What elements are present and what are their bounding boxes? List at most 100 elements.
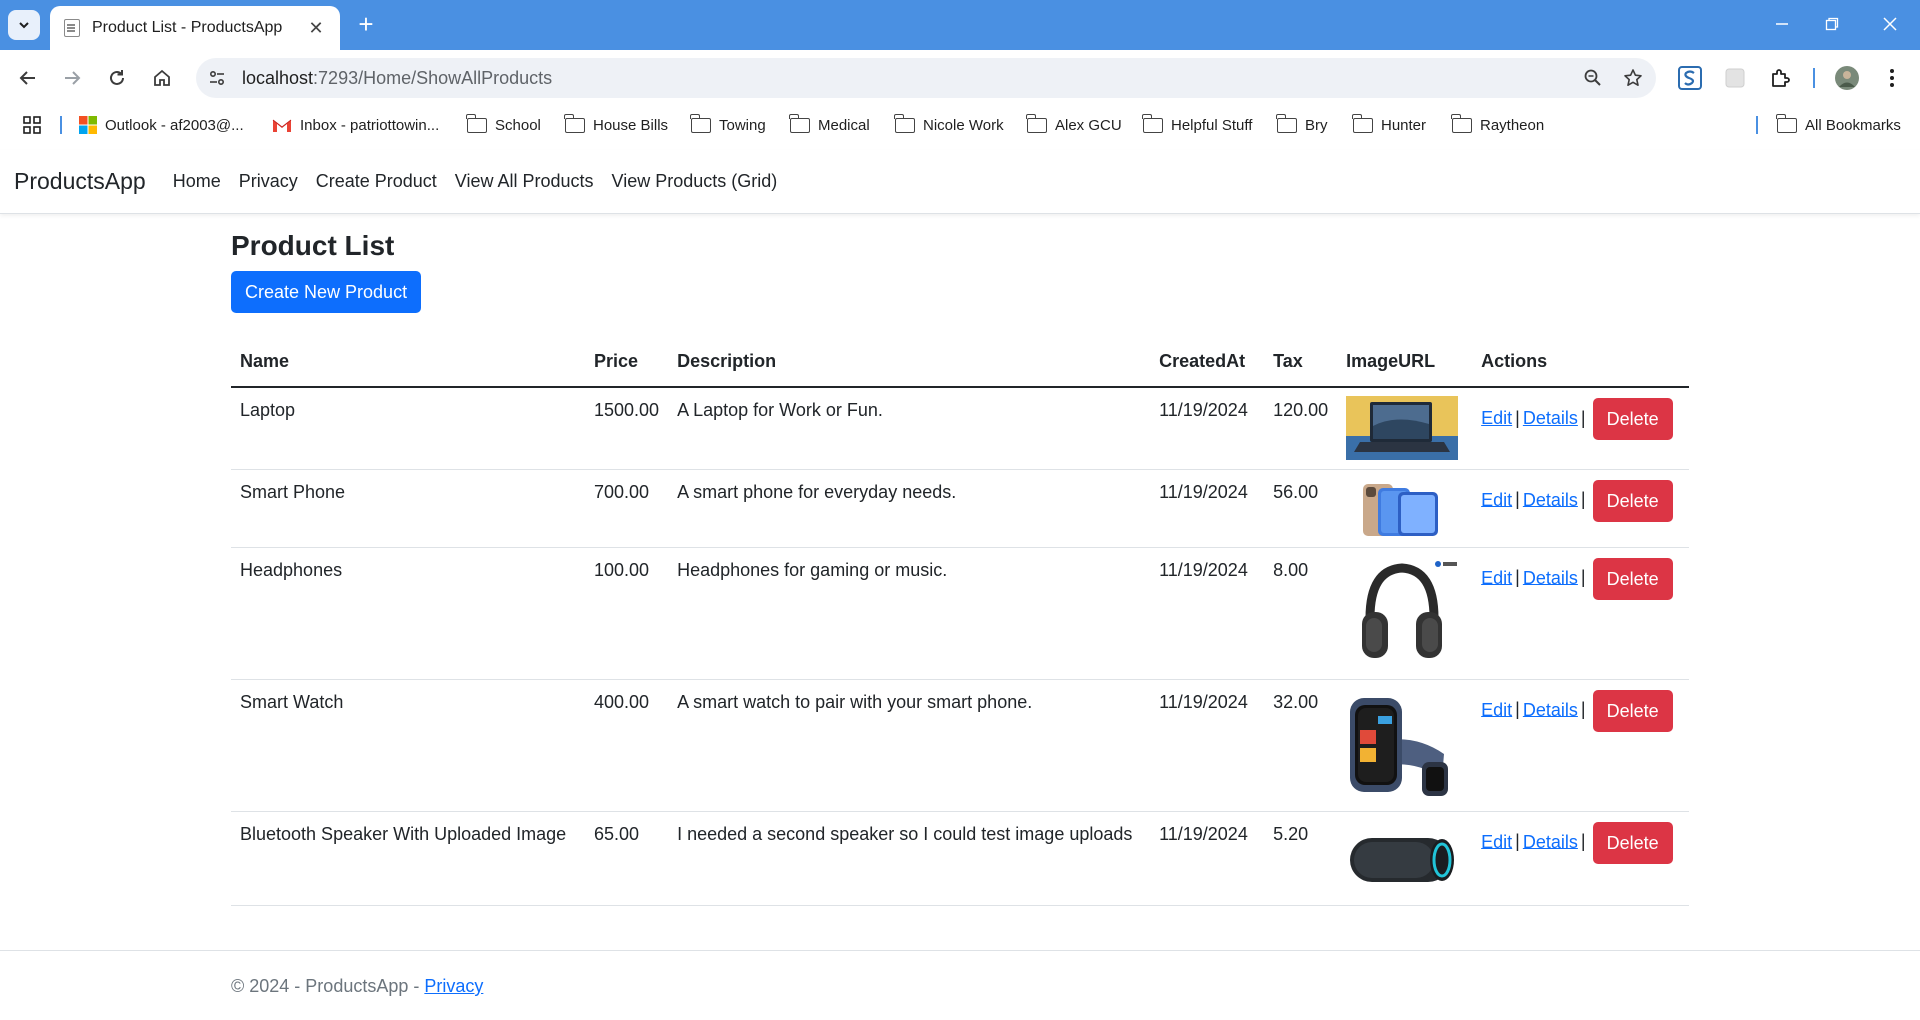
bookmark-label: Medical [818,116,870,134]
footer-privacy-link[interactable]: Privacy [424,976,483,996]
folder-icon [1352,113,1373,133]
copyright-text: © 2024 - ProductsApp - [231,976,425,996]
bookmark-star-icon[interactable] [1616,61,1650,95]
close-tab-icon[interactable]: ✕ [306,18,326,39]
bookmark-folder-nicole-work[interactable]: Nicole Work [894,113,1004,136]
minimize-button[interactable] [1762,8,1802,40]
table-row: Headphones 100.00 Headphones for gaming … [231,547,1689,680]
profile-avatar[interactable] [1833,64,1861,92]
bookmark-folder-house-bills[interactable]: House Bills [564,113,668,136]
address-bar[interactable]: localhost:7293/Home/ShowAllProducts [196,58,1656,98]
browser-tab-strip: Product List - ProductsApp ✕ + [0,0,1920,50]
speaker-image [1346,819,1459,892]
headphones-image [1346,555,1459,668]
cell-description: Headphones for gaming or music. [668,547,1151,680]
details-link[interactable]: Details [1523,699,1578,719]
home-button[interactable] [146,62,178,94]
delete-button[interactable]: Delete [1592,398,1673,440]
folder-icon [789,113,810,133]
footer-text: © 2024 - ProductsApp - Privacy [231,976,483,997]
folder-icon [564,113,585,133]
column-header-actions: Actions [1472,337,1689,388]
separator: | [1580,489,1586,510]
bookmark-label: Alex GCU [1055,116,1122,134]
reload-button[interactable] [101,62,133,94]
cell-price: 1500.00 [585,387,669,470]
minimize-icon [1776,23,1788,25]
cell-actions: Edit | Details | Delete [1472,547,1689,680]
details-link[interactable]: Details [1523,408,1578,428]
cell-name: Laptop [231,387,585,470]
browser-menu-icon[interactable] [1878,64,1906,92]
bookmark-folder-raytheon[interactable]: Raytheon [1451,113,1544,136]
delete-button[interactable]: Delete [1592,557,1673,600]
windows-logo-icon [79,116,97,134]
bookmark-folder-helpful-stuff[interactable]: Helpful Stuff [1142,113,1252,136]
bookmark-separator [60,116,62,134]
bookmark-folder-medical[interactable]: Medical [789,113,870,136]
cell-price: 400.00 [585,679,669,812]
bookmark-folder-school[interactable]: School [466,113,541,136]
new-tab-button[interactable]: + [352,10,380,38]
delete-button[interactable]: Delete [1592,821,1673,864]
laptop-image [1346,396,1459,460]
extension-s-icon[interactable] [1676,64,1704,92]
table-row: Smart Watch 400.00 A smart watch to pair… [231,679,1689,812]
edit-link[interactable]: Edit [1481,408,1512,428]
edit-link[interactable]: Edit [1481,699,1512,719]
cell-description: A smart watch to pair with your smart ph… [668,679,1151,812]
delete-button[interactable]: Delete [1592,479,1673,522]
brand-link[interactable]: ProductsApp [14,168,146,195]
cell-name: Smart Phone [231,469,585,548]
edit-link[interactable]: Edit [1481,567,1512,587]
create-new-product-button[interactable]: Create New Product [231,271,422,313]
bookmark-outlook[interactable]: Outlook - af2003@... [79,114,244,136]
cell-price: 65.00 [585,811,669,906]
site-info-icon[interactable] [204,65,230,91]
browser-tab-active[interactable]: Product List - ProductsApp ✕ [50,6,340,50]
restore-icon [1825,17,1839,31]
url-path: :7293/Home/ShowAllProducts [313,67,553,88]
close-window-button[interactable] [1870,8,1910,40]
details-link[interactable]: Details [1523,567,1578,587]
nav-link-privacy[interactable]: Privacy [239,171,298,192]
bookmark-folder-bry[interactable]: Bry [1276,113,1328,136]
edit-link[interactable]: Edit [1481,489,1512,509]
bookmark-gmail[interactable]: Inbox - patriottowin... [272,114,439,136]
bookmark-folder-towing[interactable]: Towing [690,113,766,136]
separator: | [1515,407,1520,428]
delete-button[interactable]: Delete [1592,689,1673,732]
forward-button[interactable] [56,62,88,94]
cell-price: 100.00 [585,547,669,680]
smartphone-image [1346,477,1459,538]
tab-search-button[interactable] [8,10,40,40]
restore-button[interactable] [1812,8,1852,40]
column-header-description: Description [668,337,1151,388]
details-link[interactable]: Details [1523,831,1578,851]
folder-icon [690,113,711,133]
nav-link-home[interactable]: Home [173,171,221,192]
back-button[interactable] [12,62,44,94]
nav-link-view-all-products[interactable]: View All Products [455,171,594,192]
separator: | [1515,489,1520,510]
app-navbar: ProductsApp Home Privacy Create Product … [0,150,1920,214]
table-header-row: Name Price Description CreatedAt Tax Ima… [231,337,1689,388]
all-bookmarks[interactable]: All Bookmarks [1776,113,1901,136]
zoom-icon[interactable] [1576,61,1610,95]
folder-icon [1776,113,1797,133]
extensions-puzzle-icon[interactable] [1766,64,1794,92]
cell-price: 700.00 [585,469,669,548]
folder-icon [894,113,915,133]
url-host: localhost [242,67,314,88]
bookmark-folder-alex-gcu[interactable]: Alex GCU [1026,113,1122,136]
separator: | [1580,699,1586,720]
nav-link-create-product[interactable]: Create Product [316,171,437,192]
details-link[interactable]: Details [1523,489,1578,509]
main-content: Product List Create New Product Name Pri… [231,230,1689,906]
bookmark-folder-hunter[interactable]: Hunter [1352,113,1426,136]
apps-grid-icon[interactable] [22,114,42,136]
nav-link-view-products-grid[interactable]: View Products (Grid) [612,171,778,192]
table-row: Bluetooth Speaker With Uploaded Image 65… [231,811,1689,906]
extension-grid-icon[interactable] [1721,64,1749,92]
edit-link[interactable]: Edit [1481,831,1512,851]
